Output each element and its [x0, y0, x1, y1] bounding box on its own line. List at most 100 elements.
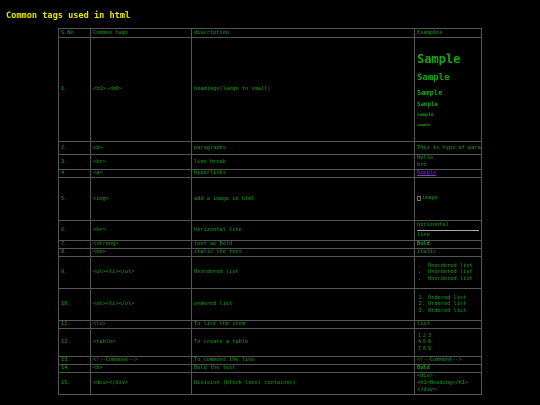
example-h5: sample: [417, 113, 434, 119]
example-bold: Bold: [417, 365, 430, 372]
cell-sno: 10.: [58, 288, 91, 321]
header-common-tags: Common tags: [90, 28, 192, 38]
mini-table-row: 4 5 6: [417, 339, 432, 346]
cell-tag: <ol><li></ol>: [90, 288, 192, 321]
cell-sno: 4.: [58, 169, 91, 178]
mini-table-row: 7 8 9: [417, 346, 432, 353]
cell-sno: 9.: [58, 256, 91, 289]
cell-tag: <ul><li></ul>: [90, 256, 192, 289]
example-li: list: [417, 321, 430, 328]
list-item: Ordered list: [428, 301, 479, 308]
cell-tag: <hr>: [90, 220, 192, 241]
cell-sno: 7.: [58, 240, 91, 249]
example-h3: Sample: [417, 88, 443, 97]
table-row: 4. <a> hyperlinks Google: [58, 169, 482, 178]
cell-sno: 15.: [58, 372, 91, 395]
cell-example: Hello bro: [414, 154, 482, 170]
cell-sno: 12.: [58, 328, 91, 357]
cell-description: italic the text: [191, 248, 415, 257]
cell-sno: 8.: [58, 248, 91, 257]
cell-description: horizontal line: [191, 220, 415, 241]
example-comment: <!--Comment-->: [417, 357, 462, 364]
cell-description: To list the item: [191, 320, 415, 329]
table-row: 12. <table> To create a table 1 2 3 4 5 …: [58, 328, 482, 357]
cell-example: Bold: [414, 240, 482, 249]
cell-description: Unordered list: [191, 256, 415, 289]
cell-description: line break: [191, 154, 415, 170]
cell-tag: <br>: [90, 154, 192, 170]
cell-example: list: [414, 320, 482, 329]
example-h2: Sample: [417, 72, 450, 83]
cell-description: ordered list: [191, 288, 415, 321]
example-google-link[interactable]: Google: [417, 171, 436, 177]
cell-description: paragraphs: [191, 141, 415, 155]
cell-tag: <li>: [90, 320, 192, 329]
table-row: 6. <hr> horizontal line horizontal line: [58, 220, 482, 241]
cell-example: Ordered list Ordered list Ordered list: [414, 288, 482, 321]
list-item: Unordered list: [428, 276, 479, 283]
cell-tag: <b>: [90, 364, 192, 373]
cell-example: horizontal line: [414, 220, 482, 241]
header-sno: S.No: [58, 28, 91, 38]
mini-table-cell: 9: [428, 345, 432, 352]
example-br-line1: Hello: [417, 155, 433, 162]
table-row: 5. <img> add a image in html image: [58, 177, 482, 221]
cell-tag: <p>: [90, 141, 192, 155]
example-unordered-list: Unordered list Unordered list Unordered …: [417, 263, 479, 283]
cell-example: <!--Comment-->: [414, 356, 482, 365]
cell-tag: <div></div>: [90, 372, 192, 395]
cell-tag: <!--Comment-->: [90, 356, 192, 365]
cell-sno: 13.: [58, 356, 91, 365]
example-hr-text1: horizontal: [417, 222, 449, 229]
example-horizontal-rule: [417, 230, 479, 231]
tags-table: S.No Common tags discription Examples 1.…: [58, 28, 482, 395]
page-title: Common tags used in html: [6, 11, 131, 21]
table-row: 9. <ul><li></ul> Unordered list Unordere…: [58, 256, 482, 289]
table-row: 7. <strong> text as Bold Bold: [58, 240, 482, 249]
example-hr-text2: line: [417, 232, 430, 238]
cell-example: Unordered list Unordered list Unordered …: [414, 256, 482, 289]
table-header-row: S.No Common tags discription Examples: [58, 28, 482, 38]
cell-description: To comment the line: [191, 356, 415, 365]
cell-example: Bold: [414, 364, 482, 373]
table-row: 15. <div></div> Division (block-level co…: [58, 372, 482, 395]
example-ordered-list: Ordered list Ordered list Ordered list: [417, 295, 479, 315]
list-item: Ordered list: [428, 295, 479, 302]
cell-example: Sample Sample Sample Sample sample sampl…: [414, 37, 482, 142]
cell-tag: <a>: [90, 169, 192, 178]
cell-tag: <h1>-<h6>: [90, 37, 192, 142]
cell-description: add a image in html: [191, 177, 415, 221]
example-h4: Sample: [417, 101, 438, 108]
table-row: 2. <p> paragraphs This is type of paragr…: [58, 141, 482, 155]
cell-tag: <img>: [90, 177, 192, 221]
table-row: 13. <!--Comment--> To comment the line <…: [58, 356, 482, 365]
cell-sno: 2.: [58, 141, 91, 155]
broken-image-icon: [417, 195, 421, 201]
cell-sno: 1.: [58, 37, 91, 142]
cell-description: headings(large to small): [191, 37, 415, 142]
table-row: 3. <br> line break Hello bro: [58, 154, 482, 170]
cell-description: Division (block-level container): [191, 372, 415, 395]
cell-sno: 11.: [58, 320, 91, 329]
header-description: discription: [191, 28, 415, 38]
cell-sno: 6.: [58, 220, 91, 241]
example-broken-image: image: [417, 195, 438, 202]
table-row: 8. <em> italic the text italic: [58, 248, 482, 257]
cell-sno: 5.: [58, 177, 91, 221]
cell-example: This is type of paragraphs: [414, 141, 482, 155]
cell-description: hyperlinks: [191, 169, 415, 178]
example-br-line2: bro: [417, 162, 427, 168]
header-examples: Examples: [414, 28, 482, 38]
cell-example: 1 2 3 4 5 6 7 8 9: [414, 328, 482, 357]
cell-description: Bold the text: [191, 364, 415, 373]
table-row: 11. <li> To list the item list: [58, 320, 482, 329]
example-em: italic: [417, 249, 437, 256]
cell-tag: <strong>: [90, 240, 192, 249]
example-strong: Bold: [417, 241, 430, 248]
example-div-line3: </div>: [417, 386, 437, 393]
cell-description: To create a table: [191, 328, 415, 357]
cell-example: italic: [414, 248, 482, 257]
cell-example: image: [414, 177, 482, 221]
image-alt-text: image: [422, 194, 438, 201]
example-div-line1: <div>: [417, 373, 433, 379]
